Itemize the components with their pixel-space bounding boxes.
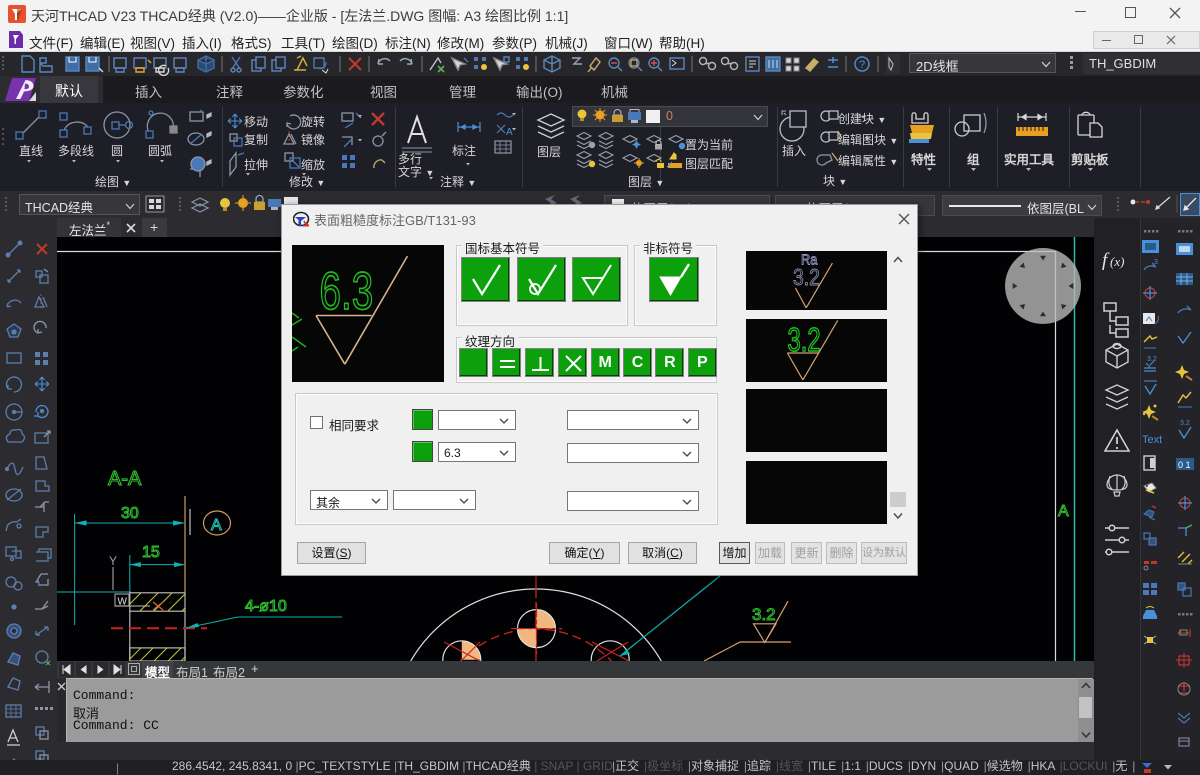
svg-text:15: 15 bbox=[142, 544, 160, 561]
svg-text:3.2: 3.2 bbox=[752, 605, 776, 624]
svg-text:Text: Text bbox=[1142, 434, 1162, 446]
svg-text:Y: Y bbox=[109, 554, 117, 568]
svg-text:A: A bbox=[1058, 503, 1069, 520]
svg-text:3.2: 3.2 bbox=[793, 266, 820, 291]
svg-text:(x): (x) bbox=[1110, 254, 1124, 269]
svg-text:4-ø10: 4-ø10 bbox=[245, 598, 287, 615]
svg-text:A: A bbox=[506, 127, 513, 138]
svg-text:3: 3 bbox=[1154, 259, 1158, 266]
svg-text:3.2: 3.2 bbox=[1147, 356, 1157, 363]
svg-text:?: ? bbox=[859, 59, 865, 71]
svg-text:0 1: 0 1 bbox=[1178, 460, 1191, 470]
svg-text:A-A: A-A bbox=[108, 468, 142, 490]
svg-text:30: 30 bbox=[121, 505, 139, 522]
svg-text:6.3: 6.3 bbox=[320, 261, 374, 320]
svg-text:3.2: 3.2 bbox=[1180, 420, 1190, 427]
svg-text:A: A bbox=[211, 517, 222, 534]
